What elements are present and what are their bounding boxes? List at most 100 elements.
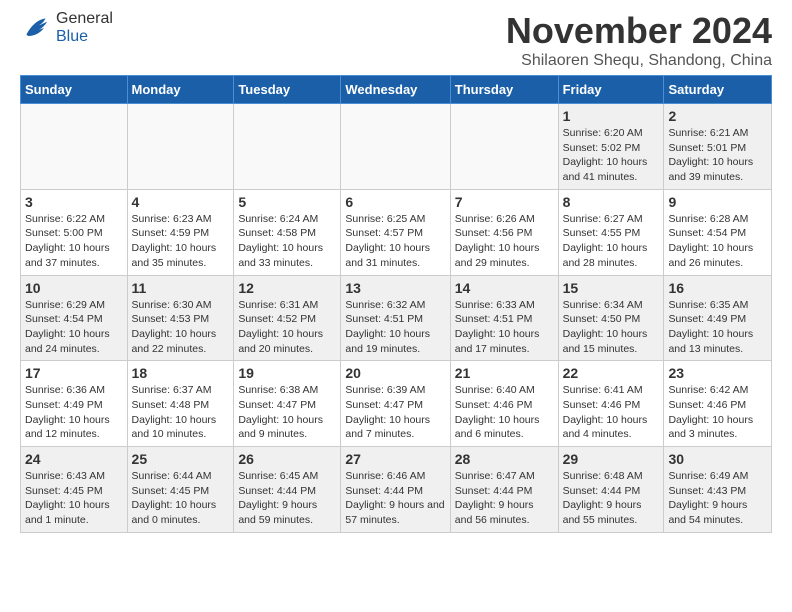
- day-number: 9: [668, 194, 767, 210]
- day-info: Sunrise: 6:31 AMSunset: 4:52 PMDaylight:…: [238, 298, 336, 357]
- calendar-cell: 30 Sunrise: 6:49 AMSunset: 4:43 PMDayligh…: [664, 447, 772, 533]
- day-number: 28: [455, 451, 554, 467]
- calendar-cell: [234, 104, 341, 190]
- day-info: Sunrise: 6:40 AMSunset: 4:46 PMDaylight:…: [455, 383, 554, 442]
- day-number: 15: [563, 280, 660, 296]
- day-info: Sunrise: 6:27 AMSunset: 4:55 PMDaylight:…: [563, 212, 660, 271]
- day-number: 8: [563, 194, 660, 210]
- month-year-title: November 2024: [506, 10, 772, 52]
- logo-text: General Blue: [56, 10, 113, 46]
- logo: General Blue: [20, 10, 113, 46]
- week-row-3: 10 Sunrise: 6:29 AMSunset: 4:54 PMDayligh…: [21, 275, 772, 361]
- calendar-cell: [450, 104, 558, 190]
- day-info: Sunrise: 6:26 AMSunset: 4:56 PMDaylight:…: [455, 212, 554, 271]
- day-info: Sunrise: 6:24 AMSunset: 4:58 PMDaylight:…: [238, 212, 336, 271]
- calendar-cell: 3 Sunrise: 6:22 AMSunset: 5:00 PMDaylight…: [21, 189, 128, 275]
- day-info: Sunrise: 6:33 AMSunset: 4:51 PMDaylight:…: [455, 298, 554, 357]
- title-block: November 2024 Shilaoren Shequ, Shandong,…: [506, 10, 772, 70]
- calendar-cell: 25 Sunrise: 6:44 AMSunset: 4:45 PMDayligh…: [127, 447, 234, 533]
- calendar-cell: 24 Sunrise: 6:43 AMSunset: 4:45 PMDayligh…: [21, 447, 128, 533]
- calendar-cell: 6Sunrise: 6:25 AMSunset: 4:57 PMDaylight…: [341, 189, 450, 275]
- day-info: Sunrise: 6:29 AMSunset: 4:54 PMDaylight:…: [25, 298, 123, 357]
- calendar-cell: 15 Sunrise: 6:34 AMSunset: 4:50 PMDayligh…: [558, 275, 664, 361]
- calendar-cell: 11Sunrise: 6:30 AMSunset: 4:53 PMDayligh…: [127, 275, 234, 361]
- day-number: 22: [563, 365, 660, 381]
- calendar-cell: 27Sunrise: 6:46 AMSunset: 4:44 PMDayligh…: [341, 447, 450, 533]
- day-number: 14: [455, 280, 554, 296]
- day-info: Sunrise: 6:21 AMSunset: 5:01 PMDaylight:…: [668, 126, 767, 185]
- calendar-cell: 16 Sunrise: 6:35 AMSunset: 4:49 PMDayligh…: [664, 275, 772, 361]
- day-info: Sunrise: 6:44 AMSunset: 4:45 PMDaylight:…: [132, 469, 230, 528]
- calendar-cell: 26Sunrise: 6:45 AMSunset: 4:44 PMDayligh…: [234, 447, 341, 533]
- day-number: 23: [668, 365, 767, 381]
- day-info: Sunrise: 6:34 AMSunset: 4:50 PMDaylight:…: [563, 298, 660, 357]
- calendar-cell: 21 Sunrise: 6:40 AMSunset: 4:46 PMDayligh…: [450, 361, 558, 447]
- logo-blue: Blue: [56, 28, 113, 46]
- col-wednesday: Wednesday: [341, 76, 450, 104]
- day-number: 21: [455, 365, 554, 381]
- calendar-header-row: Sunday Monday Tuesday Wednesday Thursday…: [21, 76, 772, 104]
- day-info: Sunrise: 6:36 AMSunset: 4:49 PMDaylight:…: [25, 383, 123, 442]
- calendar-cell: 8 Sunrise: 6:27 AMSunset: 4:55 PMDaylight…: [558, 189, 664, 275]
- day-info: Sunrise: 6:32 AMSunset: 4:51 PMDaylight:…: [345, 298, 445, 357]
- calendar-cell: 29 Sunrise: 6:48 AMSunset: 4:44 PMDayligh…: [558, 447, 664, 533]
- calendar-table: Sunday Monday Tuesday Wednesday Thursday…: [20, 75, 772, 533]
- col-tuesday: Tuesday: [234, 76, 341, 104]
- calendar-wrapper: Sunday Monday Tuesday Wednesday Thursday…: [0, 75, 792, 533]
- day-number: 10: [25, 280, 123, 296]
- day-info: Sunrise: 6:28 AMSunset: 4:54 PMDaylight:…: [668, 212, 767, 271]
- day-number: 11: [132, 280, 230, 296]
- day-number: 25: [132, 451, 230, 467]
- calendar-cell: 17Sunrise: 6:36 AMSunset: 4:49 PMDayligh…: [21, 361, 128, 447]
- day-number: 1: [563, 108, 660, 124]
- calendar-cell: 9 Sunrise: 6:28 AMSunset: 4:54 PMDaylight…: [664, 189, 772, 275]
- day-info: Sunrise: 6:49 AMSunset: 4:43 PMDaylight:…: [668, 469, 767, 528]
- logo-general: General: [56, 10, 113, 28]
- calendar-cell: 22Sunrise: 6:41 AMSunset: 4:46 PMDayligh…: [558, 361, 664, 447]
- day-number: 12: [238, 280, 336, 296]
- day-number: 16: [668, 280, 767, 296]
- calendar-cell: 7 Sunrise: 6:26 AMSunset: 4:56 PMDaylight…: [450, 189, 558, 275]
- col-friday: Friday: [558, 76, 664, 104]
- week-row-5: 24 Sunrise: 6:43 AMSunset: 4:45 PMDayligh…: [21, 447, 772, 533]
- day-info: Sunrise: 6:35 AMSunset: 4:49 PMDaylight:…: [668, 298, 767, 357]
- col-thursday: Thursday: [450, 76, 558, 104]
- day-info: Sunrise: 6:20 AMSunset: 5:02 PMDaylight:…: [563, 126, 660, 185]
- day-number: 6: [345, 194, 445, 210]
- calendar-cell: 19Sunrise: 6:38 AMSunset: 4:47 PMDayligh…: [234, 361, 341, 447]
- calendar-cell: [127, 104, 234, 190]
- calendar-cell: 14 Sunrise: 6:33 AMSunset: 4:51 PMDayligh…: [450, 275, 558, 361]
- calendar-cell: 12 Sunrise: 6:31 AMSunset: 4:52 PMDayligh…: [234, 275, 341, 361]
- day-info: Sunrise: 6:22 AMSunset: 5:00 PMDaylight:…: [25, 212, 123, 271]
- calendar-cell: 20Sunrise: 6:39 AMSunset: 4:47 PMDayligh…: [341, 361, 450, 447]
- col-monday: Monday: [127, 76, 234, 104]
- week-row-4: 17Sunrise: 6:36 AMSunset: 4:49 PMDayligh…: [21, 361, 772, 447]
- day-info: Sunrise: 6:42 AMSunset: 4:46 PMDaylight:…: [668, 383, 767, 442]
- day-number: 13: [345, 280, 445, 296]
- day-number: 18: [132, 365, 230, 381]
- day-number: 7: [455, 194, 554, 210]
- week-row-1: 1 Sunrise: 6:20 AMSunset: 5:02 PMDaylight…: [21, 104, 772, 190]
- day-number: 30: [668, 451, 767, 467]
- day-info: Sunrise: 6:23 AMSunset: 4:59 PMDaylight:…: [132, 212, 230, 271]
- day-info: Sunrise: 6:39 AMSunset: 4:47 PMDaylight:…: [345, 383, 445, 442]
- day-number: 29: [563, 451, 660, 467]
- calendar-cell: 2 Sunrise: 6:21 AMSunset: 5:01 PMDaylight…: [664, 104, 772, 190]
- day-number: 3: [25, 194, 123, 210]
- day-number: 26: [238, 451, 336, 467]
- day-number: 2: [668, 108, 767, 124]
- calendar-cell: [21, 104, 128, 190]
- location-subtitle: Shilaoren Shequ, Shandong, China: [506, 52, 772, 70]
- day-number: 5: [238, 194, 336, 210]
- day-info: Sunrise: 6:43 AMSunset: 4:45 PMDaylight:…: [25, 469, 123, 528]
- calendar-cell: 28Sunrise: 6:47 AMSunset: 4:44 PMDayligh…: [450, 447, 558, 533]
- logo-icon: [20, 12, 52, 44]
- header: General Blue November 2024 Shilaoren She…: [0, 0, 792, 75]
- day-number: 24: [25, 451, 123, 467]
- week-row-2: 3 Sunrise: 6:22 AMSunset: 5:00 PMDaylight…: [21, 189, 772, 275]
- day-number: 19: [238, 365, 336, 381]
- day-number: 4: [132, 194, 230, 210]
- day-info: Sunrise: 6:48 AMSunset: 4:44 PMDaylight:…: [563, 469, 660, 528]
- calendar-cell: 10 Sunrise: 6:29 AMSunset: 4:54 PMDayligh…: [21, 275, 128, 361]
- calendar-cell: 4 Sunrise: 6:23 AMSunset: 4:59 PMDaylight…: [127, 189, 234, 275]
